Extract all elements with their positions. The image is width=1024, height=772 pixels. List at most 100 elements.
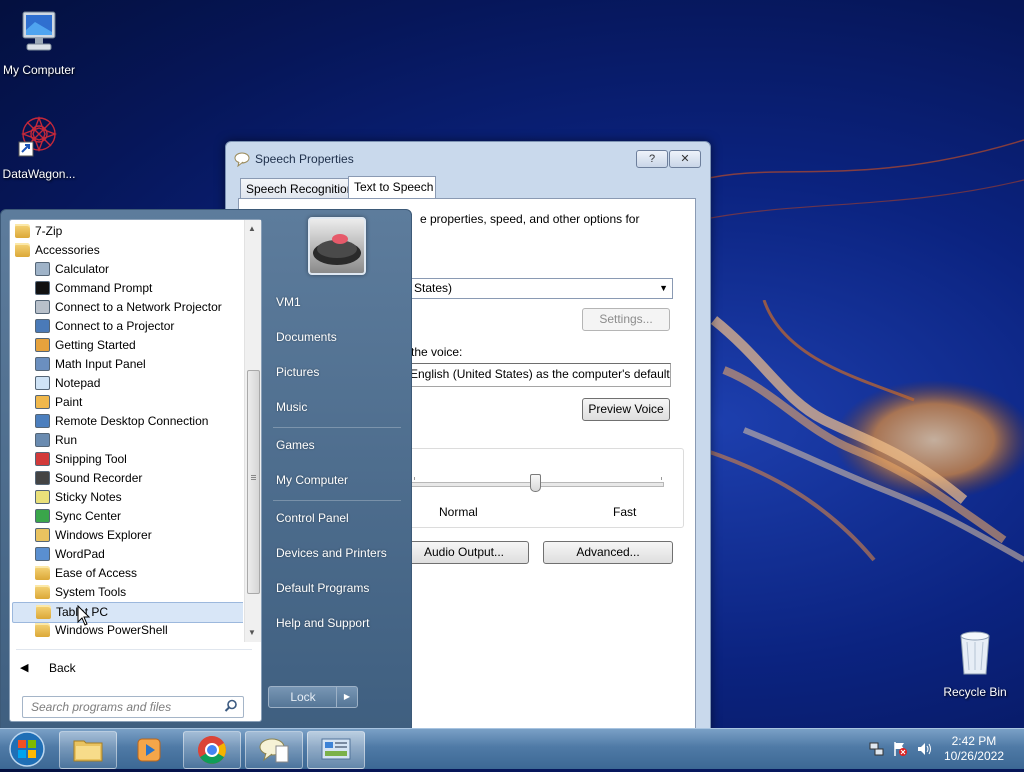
help-button[interactable]: ? (636, 150, 668, 168)
program-item[interactable]: Getting Started (12, 336, 243, 355)
link-pictures[interactable]: Pictures (276, 365, 319, 379)
program-item-label: Remote Desktop Connection (55, 414, 209, 428)
program-item[interactable]: Run (12, 431, 243, 450)
chrome-icon (198, 736, 226, 764)
program-item[interactable]: Accessories (12, 241, 243, 260)
scroll-up-arrow[interactable]: ▲ (248, 224, 256, 233)
clock[interactable]: 2:42 PM 10/26/2022 (944, 734, 1004, 764)
program-item[interactable]: Ease of Access (12, 564, 243, 583)
desktop-icon-label: My Computer (2, 63, 76, 77)
tab-text-to-speech[interactable]: Text to Speech (348, 176, 436, 199)
program-item-label: Calculator (55, 262, 110, 276)
programs-divider (16, 649, 252, 650)
computer-icon (0, 10, 81, 59)
taskbar-control-panel-button[interactable] (307, 731, 365, 769)
desktop-icon-datawagon[interactable]: DataWagon... (0, 112, 81, 181)
taskbar-speech-button[interactable] (245, 731, 303, 769)
wallpaper-tentacles (700, 139, 1024, 221)
program-item[interactable]: WordPad (12, 545, 243, 564)
program-item[interactable]: Windows Explorer (12, 526, 243, 545)
search-input[interactable]: Search programs and files (31, 700, 171, 714)
program-item[interactable]: Snipping Tool (12, 450, 243, 469)
link-vm1[interactable]: VM1 (276, 295, 301, 309)
desktop-icon-recycle-bin[interactable]: Recycle Bin (933, 630, 1017, 699)
program-item[interactable]: System Tools (12, 583, 243, 602)
program-item-label: Notepad (55, 376, 101, 390)
taskbar-media-player-button[interactable] (121, 731, 179, 769)
link-documents[interactable]: Documents (276, 330, 337, 344)
start-button[interactable] (4, 729, 50, 769)
voice-select[interactable]: d States) ▼ (399, 278, 673, 299)
wallpaper-jellyfish (704, 300, 1024, 563)
lock-button[interactable]: Lock (268, 686, 338, 708)
command-prompt-icon (35, 281, 50, 295)
program-item[interactable]: Calculator (12, 260, 243, 279)
program-item[interactable]: Command Prompt (12, 279, 243, 298)
program-item[interactable]: Connect to a Projector (12, 317, 243, 336)
calculator-icon (35, 262, 50, 276)
close-button[interactable]: ✕ (669, 150, 701, 168)
media-player-icon (137, 738, 161, 762)
sync-center-icon (35, 509, 50, 523)
taskbar: 2:42 PM 10/26/2022 (0, 728, 1024, 769)
program-item[interactable]: Sync Center (12, 507, 243, 526)
program-item[interactable]: Sound Recorder (12, 469, 243, 488)
link-my-computer[interactable]: My Computer (276, 473, 348, 487)
speed-slider-thumb[interactable] (530, 474, 541, 492)
scrollbar-thumb[interactable] (247, 370, 260, 594)
network-icon[interactable] (868, 741, 884, 760)
program-item-label: 7-Zip (35, 224, 63, 238)
shutdown-options-button[interactable]: ▶ (336, 686, 358, 708)
program-item[interactable]: 7-Zip (12, 222, 243, 241)
program-item[interactable]: Tablet PC (12, 602, 243, 623)
programs-scrollbar[interactable]: ▲ ▼ (244, 220, 261, 642)
link-default-programs[interactable]: Default Programs (276, 581, 369, 595)
link-devices-and-printers[interactable]: Devices and Printers (276, 546, 387, 560)
run-icon (35, 433, 50, 447)
separator (273, 427, 401, 428)
program-item-label: Windows PowerShell (55, 623, 168, 637)
volume-icon[interactable] (916, 741, 932, 760)
program-item-label: Accessories (35, 243, 100, 257)
link-games[interactable]: Games (276, 438, 315, 452)
link-control-panel[interactable]: Control Panel (276, 511, 349, 525)
network-projector-icon (35, 300, 50, 314)
link-help-and-support[interactable]: Help and Support (276, 616, 369, 630)
program-item-label: Math Input Panel (55, 357, 146, 371)
advanced-button[interactable]: Advanced... (543, 541, 673, 564)
system-tray: 2:42 PM 10/26/2022 (864, 729, 1024, 769)
start-menu: 7-Zip Accessories Calculator Command Prompt… (0, 209, 412, 730)
program-item[interactable]: Sticky Notes (12, 488, 243, 507)
program-item[interactable]: Connect to a Network Projector (12, 298, 243, 317)
getting-started-icon (35, 338, 50, 352)
action-center-icon[interactable] (892, 741, 908, 760)
search-icon[interactable] (224, 699, 238, 716)
preview-text-field[interactable]: English (United States) as the computer'… (399, 363, 671, 387)
program-item[interactable]: Windows PowerShell (12, 621, 243, 640)
folder-icon (35, 623, 50, 637)
program-item[interactable]: Remote Desktop Connection (12, 412, 243, 431)
program-item[interactable]: Paint (12, 393, 243, 412)
program-item[interactable]: Notepad (12, 374, 243, 393)
back-label: Back (49, 661, 76, 675)
tab-speech-recognition[interactable]: Speech Recognition (240, 178, 353, 199)
program-item-label: Ease of Access (55, 566, 138, 580)
scroll-down-arrow[interactable]: ▼ (248, 628, 256, 637)
audio-output-button[interactable]: Audio Output... (399, 541, 529, 564)
paint-icon (35, 395, 50, 409)
back-arrow-icon: ◀ (20, 662, 29, 674)
user-picture[interactable] (308, 217, 366, 275)
link-music[interactable]: Music (276, 400, 307, 414)
search-box[interactable]: Search programs and files (22, 696, 244, 718)
desktop-icon-my-computer[interactable]: My Computer (0, 10, 81, 77)
program-item[interactable]: Math Input Panel (12, 355, 243, 374)
taskbar-explorer-button[interactable] (59, 731, 117, 769)
taskbar-chrome-button[interactable] (183, 731, 241, 769)
settings-button[interactable]: Settings... (582, 308, 670, 331)
programs-list: 7-Zip Accessories Calculator Command Prompt… (10, 220, 243, 642)
preview-voice-button[interactable]: Preview Voice (582, 398, 670, 421)
program-item-label: Connect to a Projector (55, 319, 175, 333)
program-item-label: Sticky Notes (55, 490, 122, 504)
back-button[interactable]: ◀ Back (18, 658, 238, 680)
program-item-label: Snipping Tool (55, 452, 127, 466)
